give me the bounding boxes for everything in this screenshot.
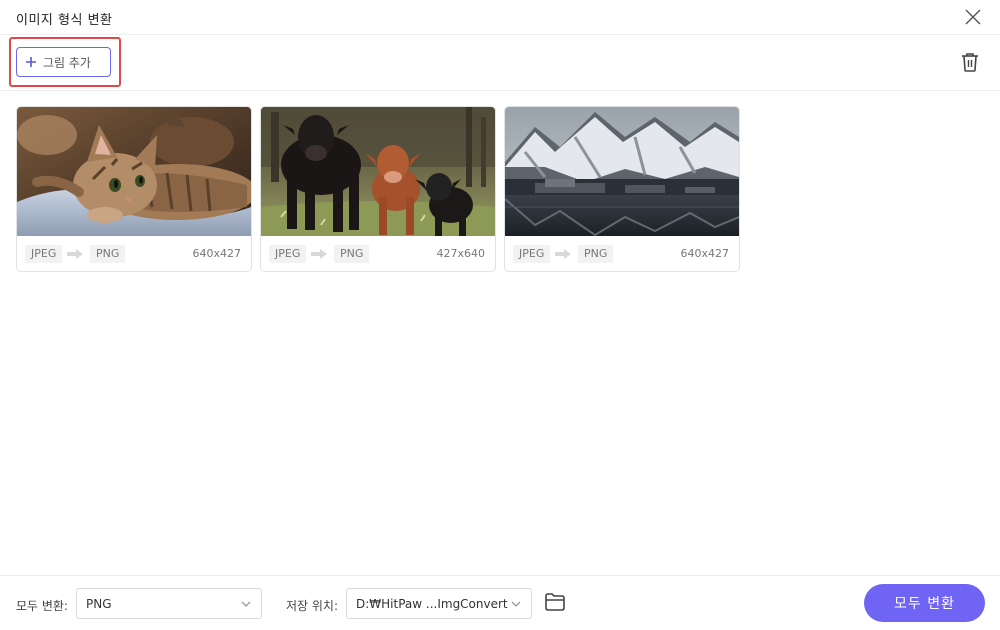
target-format: PNG — [578, 245, 614, 263]
bottom-bar: 모두 변환: PNG 저장 위치: D:₩HitPaw ...ImgConver… — [0, 575, 1000, 630]
image-dimensions: 640x427 — [680, 247, 729, 260]
folder-icon — [545, 593, 565, 611]
source-format: JPEG — [25, 245, 63, 263]
trash-icon — [962, 53, 978, 72]
save-location-label: 저장 위치: — [286, 599, 339, 613]
image-dimensions: 427x640 — [436, 247, 485, 260]
add-image-button[interactable]: 그림 추가 — [16, 47, 111, 77]
target-format: PNG — [90, 245, 126, 263]
mountain-lake-thumbnail — [505, 107, 739, 236]
arrow-right-icon — [555, 249, 571, 259]
arrow-right-icon — [67, 249, 83, 259]
convert-all-label: 모두 변환: — [16, 599, 69, 613]
chevron-down-icon — [241, 601, 251, 607]
image-card[interactable]: JPEG PNG 427x640 — [260, 106, 496, 272]
add-image-label: 그림 추가 — [43, 55, 91, 70]
convert-all-button[interactable]: 모두 변환 — [864, 584, 985, 622]
source-format: JPEG — [513, 245, 551, 263]
card-footer: JPEG PNG 427x640 — [261, 236, 495, 271]
save-path-value: D:₩HitPaw ...ImgConvert — [356, 597, 508, 611]
window-title: 이미지 형식 변환 — [16, 13, 113, 28]
close-icon — [965, 9, 981, 25]
save-location-select[interactable]: D:₩HitPaw ...ImgConvert — [346, 588, 532, 619]
output-format-value: PNG — [86, 597, 112, 611]
image-dimensions: 640x427 — [192, 247, 241, 260]
kitten-thumbnail — [17, 107, 251, 236]
image-card[interactable]: JPEG PNG 640x427 — [16, 106, 252, 272]
close-button[interactable] — [962, 6, 984, 28]
title-bar: 이미지 형식 변환 — [0, 0, 1000, 35]
source-format: JPEG — [269, 245, 307, 263]
card-footer: JPEG PNG 640x427 — [17, 236, 251, 271]
output-format-select[interactable]: PNG — [76, 588, 262, 619]
open-folder-button[interactable] — [544, 592, 566, 612]
cows-thumbnail — [261, 107, 495, 236]
arrow-right-icon — [311, 249, 327, 259]
delete-all-button[interactable] — [960, 51, 980, 73]
target-format: PNG — [334, 245, 370, 263]
toolbar: 그림 추가 — [0, 35, 1000, 91]
card-footer: JPEG PNG 640x427 — [505, 236, 739, 271]
plus-icon — [26, 57, 36, 67]
image-card[interactable]: JPEG PNG 640x427 — [504, 106, 740, 272]
chevron-down-icon — [511, 601, 521, 607]
